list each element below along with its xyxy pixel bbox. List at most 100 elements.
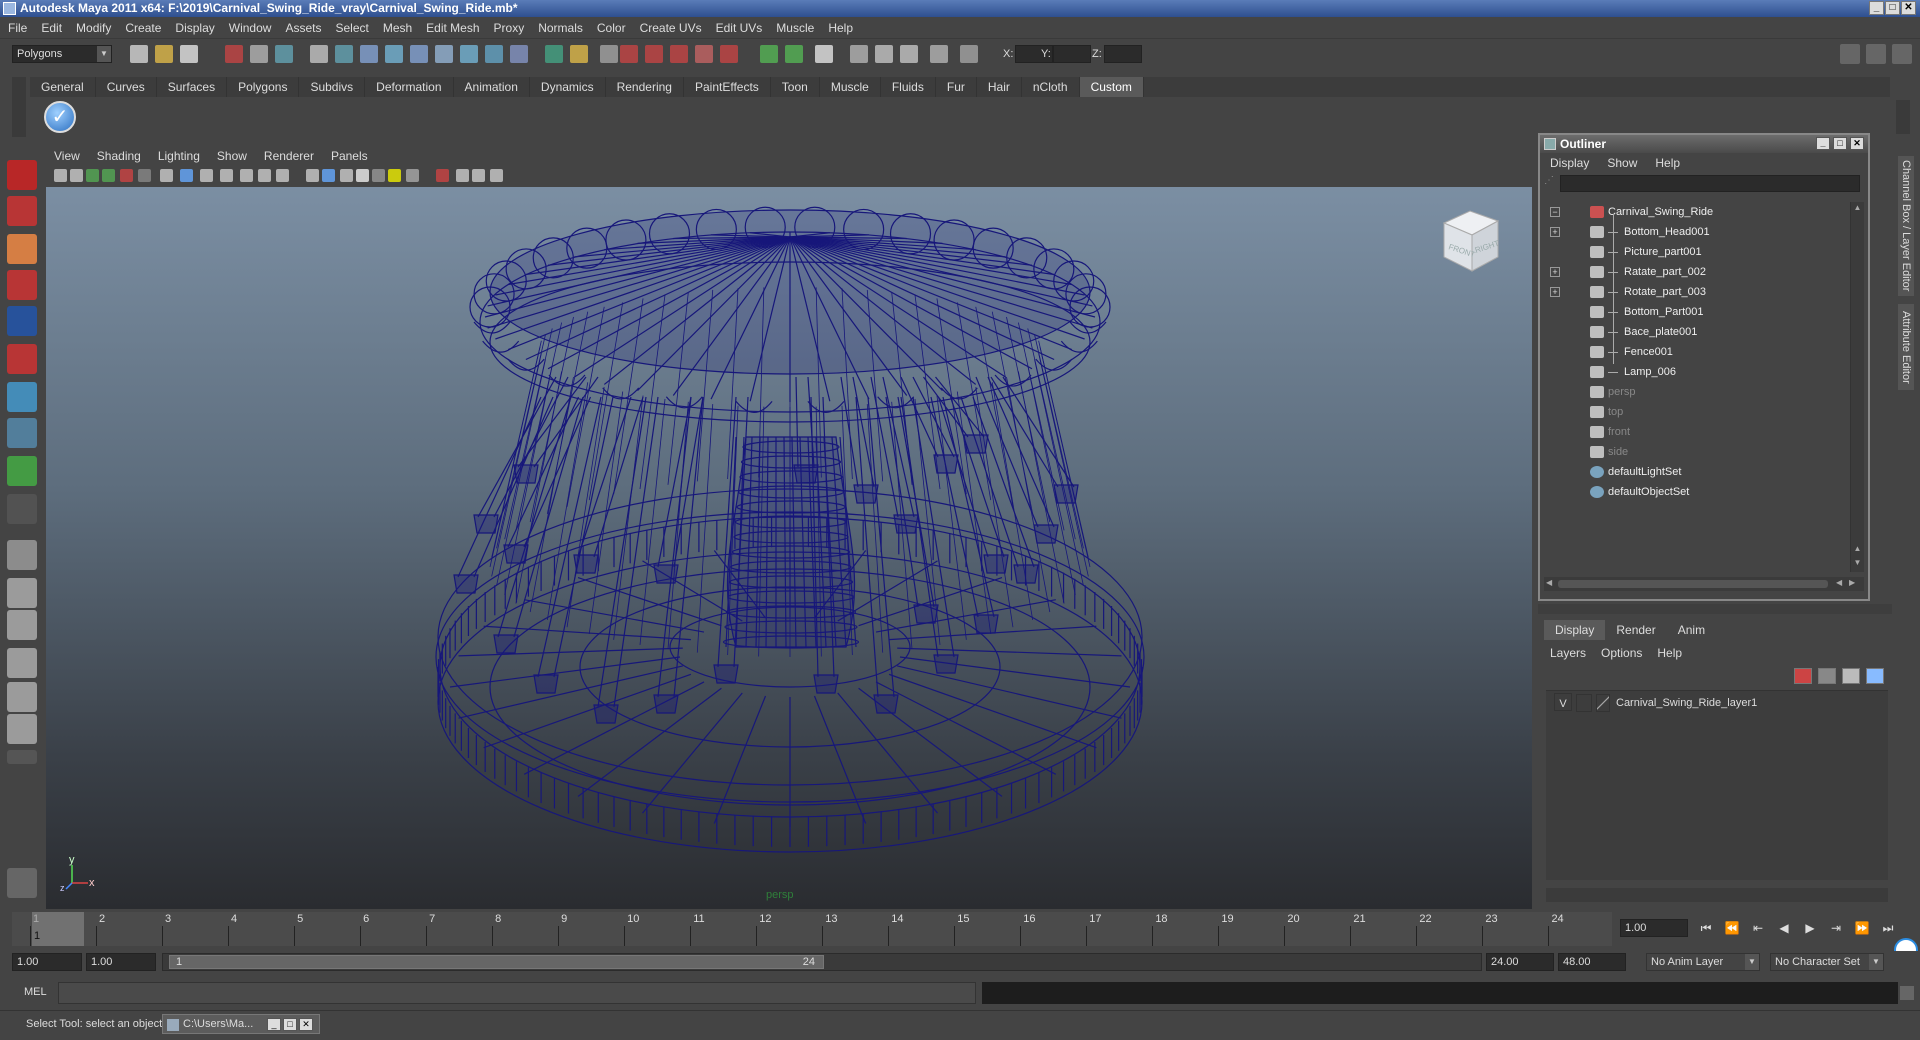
single-perspective-layout-icon[interactable] (7, 540, 37, 570)
paint-select-tool-icon[interactable] (7, 234, 37, 264)
viewport-tool-icon[interactable] (322, 169, 335, 182)
outliner-menu-display[interactable]: Display (1550, 156, 1589, 170)
status-tool-icon[interactable] (130, 45, 148, 63)
outliner-item[interactable]: + Rotate_part_003 (1544, 282, 1844, 302)
viewport-tool-icon[interactable] (372, 169, 385, 182)
y-coordinate-input[interactable] (1053, 45, 1091, 63)
layer-color-swatch[interactable] (1596, 694, 1610, 712)
viewport-tool-icon[interactable] (160, 169, 173, 182)
layer-playback-toggle[interactable] (1576, 694, 1592, 712)
close-button[interactable]: ✕ (1901, 1, 1916, 15)
layer-horizontal-scrollbar[interactable] (1546, 888, 1888, 902)
playback-button[interactable]: ⏮ (1696, 919, 1716, 937)
viewport-tool-icon[interactable] (388, 169, 401, 182)
outliner-item[interactable]: top (1544, 402, 1844, 422)
soft-modification-icon[interactable] (7, 418, 37, 448)
layer-menu-help[interactable]: Help (1657, 646, 1682, 660)
shelf-tab-ncloth[interactable]: nCloth (1022, 77, 1080, 97)
status-tool-icon[interactable] (545, 45, 563, 63)
shelf-tab-curves[interactable]: Curves (96, 77, 157, 97)
shelf-tab-surfaces[interactable]: Surfaces (157, 77, 228, 97)
show-hide-channel-box-icon[interactable] (1892, 44, 1912, 64)
menu-normals[interactable]: Normals (538, 21, 583, 35)
viewport-tool-icon[interactable] (276, 169, 289, 182)
outliner-item[interactable]: Picture_part001 (1544, 242, 1844, 262)
viewport-tool-icon[interactable] (220, 169, 233, 182)
shelf-tab-general[interactable]: General (30, 77, 96, 97)
shelf-tab-muscle[interactable]: Muscle (820, 77, 881, 97)
playback-button[interactable]: ⇥ (1826, 919, 1846, 937)
range-slider-thumb[interactable]: 1 24 (169, 955, 824, 969)
status-tool-icon[interactable] (670, 45, 688, 63)
menu-display[interactable]: Display (175, 21, 214, 35)
four-view-layout-icon[interactable] (7, 578, 37, 608)
current-frame-input[interactable]: 1.00 (1620, 919, 1688, 937)
outliner-item[interactable]: front (1544, 422, 1844, 442)
status-tool-icon[interactable] (460, 45, 478, 63)
menu-edit-uvs[interactable]: Edit UVs (716, 21, 763, 35)
layer-visibility-toggle[interactable]: V (1554, 693, 1572, 711)
viewport-tool-icon[interactable] (406, 169, 419, 182)
outliner-menu-help[interactable]: Help (1655, 156, 1680, 170)
scroll-left-icon[interactable]: ◀ (1546, 578, 1552, 587)
status-tool-icon[interactable] (645, 45, 663, 63)
task-close-button[interactable]: ✕ (299, 1018, 313, 1031)
viewport-menu-renderer[interactable]: Renderer (264, 149, 314, 163)
viewport-tool-icon[interactable] (306, 169, 319, 182)
shelf-tab-custom[interactable]: Custom (1079, 77, 1144, 97)
status-tool-icon[interactable] (785, 45, 803, 63)
menu-edit-mesh[interactable]: Edit Mesh (426, 21, 479, 35)
layout-icon[interactable] (7, 714, 37, 744)
perspective-viewport[interactable]: FRONT RIGHT persp y x z (46, 147, 1532, 909)
layer-menu-options[interactable]: Options (1601, 646, 1642, 660)
time-slider[interactable]: 1234567891011121314151617181920212223241 (12, 912, 1612, 946)
menu-assets[interactable]: Assets (285, 21, 321, 35)
viewport-tool-icon[interactable] (120, 169, 133, 182)
outliner-item[interactable]: − Carnival_Swing_Ride (1544, 202, 1844, 222)
outliner-item[interactable]: + Bottom_Head001 (1544, 222, 1844, 242)
maximize-button[interactable]: □ (1885, 1, 1900, 15)
shelf-tab-toon[interactable]: Toon (771, 77, 820, 97)
outliner-vertical-scrollbar[interactable]: ▲ ▲ ▼ (1850, 202, 1864, 572)
status-tool-icon[interactable] (435, 45, 453, 63)
shelf-tab-painteffects[interactable]: PaintEffects (684, 77, 771, 97)
layer-tab-render[interactable]: Render (1605, 620, 1666, 640)
scroll-up-icon[interactable]: ▲ (1852, 203, 1863, 214)
outliner-item[interactable]: Bottom_Part001 (1544, 302, 1844, 322)
viewport-tool-icon[interactable] (472, 169, 485, 182)
status-tool-icon[interactable] (155, 45, 173, 63)
status-tool-icon[interactable] (720, 45, 738, 63)
expand-icon[interactable]: + (1550, 287, 1560, 297)
viewport-tool-icon[interactable] (138, 169, 151, 182)
status-tool-icon[interactable] (335, 45, 353, 63)
script-editor-icon[interactable] (1900, 986, 1914, 1000)
shelf-tab-rendering[interactable]: Rendering (606, 77, 684, 97)
workspace-arrow-icon[interactable] (7, 750, 37, 764)
viewport-tool-icon[interactable] (54, 169, 67, 182)
universal-manipulator-icon[interactable] (7, 382, 37, 412)
expand-icon[interactable]: + (1550, 227, 1560, 237)
outliner-filter-icon[interactable]: ⋰ (1544, 175, 1558, 192)
menu-set-dropdown[interactable]: Polygons ▼ (12, 45, 112, 63)
status-tool-icon[interactable] (310, 45, 328, 63)
outliner-horizontal-scrollbar[interactable]: ◀ ◀ ▶ (1544, 577, 1864, 591)
outliner-item[interactable]: Fence001 (1544, 342, 1844, 362)
status-tool-icon[interactable] (410, 45, 428, 63)
viewport-tool-icon[interactable] (240, 169, 253, 182)
range-slider-track[interactable]: 1 24 (162, 953, 1482, 971)
outliner-search-input[interactable] (1560, 175, 1860, 192)
show-hide-attribute-editor-icon[interactable] (1840, 44, 1860, 64)
viewport-tool-icon[interactable] (340, 169, 353, 182)
playback-button[interactable]: ⏪ (1722, 919, 1742, 937)
outliner-maximize-button[interactable]: □ (1833, 137, 1847, 150)
playback-button[interactable]: ⏭ (1878, 919, 1898, 937)
viewport-tool-icon[interactable] (436, 169, 449, 182)
mel-command-input[interactable] (58, 982, 976, 1004)
show-manipulator-icon[interactable] (7, 456, 37, 486)
menu-color[interactable]: Color (597, 21, 626, 35)
quick-layout-icon[interactable] (7, 868, 37, 898)
status-tool-icon[interactable] (760, 45, 778, 63)
menu-modify[interactable]: Modify (76, 21, 111, 35)
outliner-minimize-button[interactable]: _ (1816, 137, 1830, 150)
scroll-right-icon[interactable]: ▶ (1849, 578, 1855, 587)
